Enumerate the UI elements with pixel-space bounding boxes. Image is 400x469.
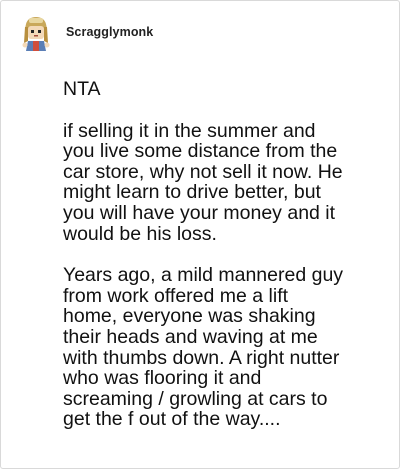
comment-header: Scragglymonk [20, 15, 153, 51]
comment-paragraph: if selling it in the summer and you live… [63, 119, 343, 245]
comment-paragraph: Years ago, a mild mannered guy from work… [63, 264, 344, 431]
comment-paragraph: NTA [63, 78, 101, 100]
comment-body: NTA if selling it in the summer and you … [63, 79, 395, 430]
user-avatar-icon [22, 17, 50, 51]
avatar[interactable] [20, 15, 52, 51]
username-link[interactable]: Scragglymonk [66, 25, 153, 39]
comment-card: Scragglymonk NTA if selling it in the su… [0, 0, 400, 469]
